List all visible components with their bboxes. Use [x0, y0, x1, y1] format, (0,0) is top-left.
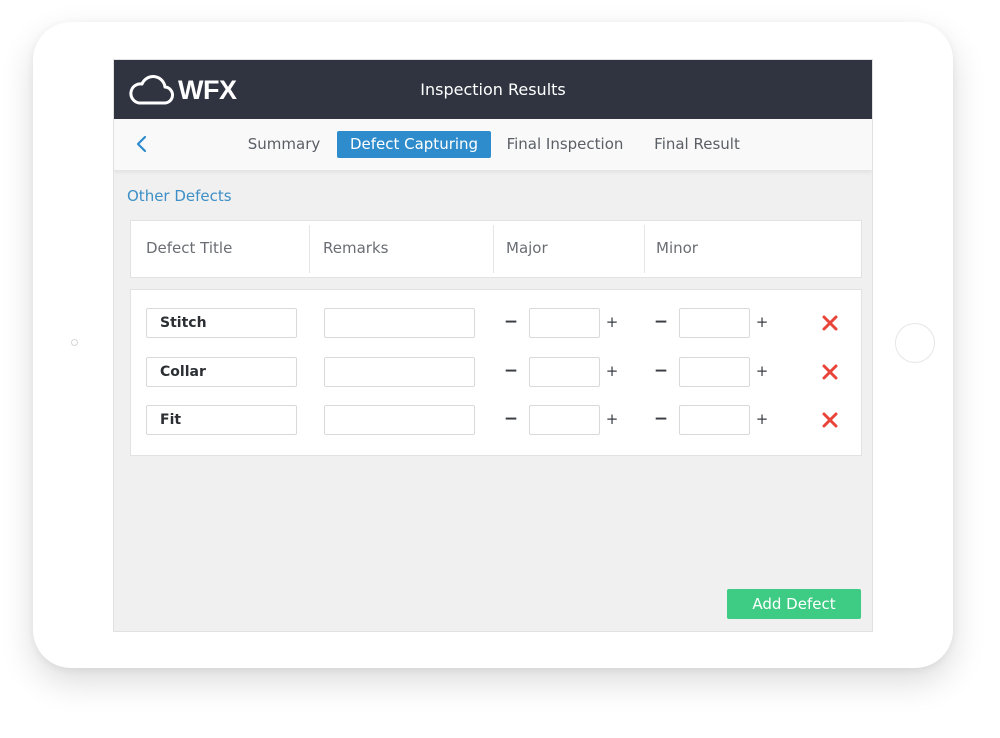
section-title: Other Defects	[127, 187, 232, 205]
remarks-input[interactable]	[324, 405, 475, 435]
tab-final-inspection[interactable]: Final Inspection	[500, 131, 630, 158]
add-defect-button[interactable]: Add Defect	[727, 589, 861, 619]
app-header: WFX Inspection Results	[114, 60, 872, 119]
home-button[interactable]	[895, 323, 935, 363]
major-decrement-button[interactable]: −	[503, 357, 519, 387]
page-title: Inspection Results	[420, 80, 566, 99]
tab-final-result[interactable]: Final Result	[647, 131, 747, 158]
column-header-minor: Minor	[656, 239, 698, 257]
tab-summary[interactable]: Summary	[240, 131, 328, 158]
major-increment-button[interactable]: +	[604, 357, 620, 387]
defects-table: − + − + − + − +	[130, 289, 862, 456]
major-increment-button[interactable]: +	[604, 308, 620, 338]
defect-title-input[interactable]	[146, 405, 297, 435]
remarks-input[interactable]	[324, 308, 475, 338]
minor-count-input[interactable]	[679, 357, 750, 387]
close-icon	[822, 412, 838, 428]
chevron-left-icon	[136, 135, 147, 153]
minor-decrement-button[interactable]: −	[653, 308, 669, 338]
major-decrement-button[interactable]: −	[503, 405, 519, 435]
table-row: − + − +	[131, 405, 861, 437]
delete-row-button[interactable]	[821, 363, 839, 381]
column-header-remarks: Remarks	[323, 239, 389, 257]
column-header-defect-title: Defect Title	[146, 239, 233, 257]
minor-increment-button[interactable]: +	[754, 405, 770, 435]
major-count-input[interactable]	[529, 308, 600, 338]
defect-title-input[interactable]	[146, 357, 297, 387]
back-button[interactable]	[132, 132, 154, 156]
column-divider	[644, 225, 645, 273]
minor-decrement-button[interactable]: −	[653, 357, 669, 387]
major-count-input[interactable]	[529, 405, 600, 435]
close-icon	[822, 364, 838, 380]
minor-decrement-button[interactable]: −	[653, 405, 669, 435]
tab-defect-capturing[interactable]: Defect Capturing	[337, 131, 491, 158]
table-header: Defect Title Remarks Major Minor	[130, 220, 862, 278]
delete-row-button[interactable]	[821, 411, 839, 429]
close-icon	[822, 315, 838, 331]
camera-dot	[71, 339, 78, 346]
tab-bar: Summary Defect Capturing Final Inspectio…	[114, 119, 872, 171]
major-increment-button[interactable]: +	[604, 405, 620, 435]
defect-title-input[interactable]	[146, 308, 297, 338]
column-divider	[309, 225, 310, 273]
table-row: − + − +	[131, 308, 861, 340]
remarks-input[interactable]	[324, 357, 475, 387]
column-divider	[493, 225, 494, 273]
app-screen: WFX Inspection Results Summary Defect Ca…	[113, 59, 873, 632]
major-decrement-button[interactable]: −	[503, 308, 519, 338]
major-count-input[interactable]	[529, 357, 600, 387]
delete-row-button[interactable]	[821, 314, 839, 332]
table-row: − + − +	[131, 357, 861, 389]
column-header-major: Major	[506, 239, 548, 257]
minor-count-input[interactable]	[679, 405, 750, 435]
minor-count-input[interactable]	[679, 308, 750, 338]
minor-increment-button[interactable]: +	[754, 357, 770, 387]
minor-increment-button[interactable]: +	[754, 308, 770, 338]
